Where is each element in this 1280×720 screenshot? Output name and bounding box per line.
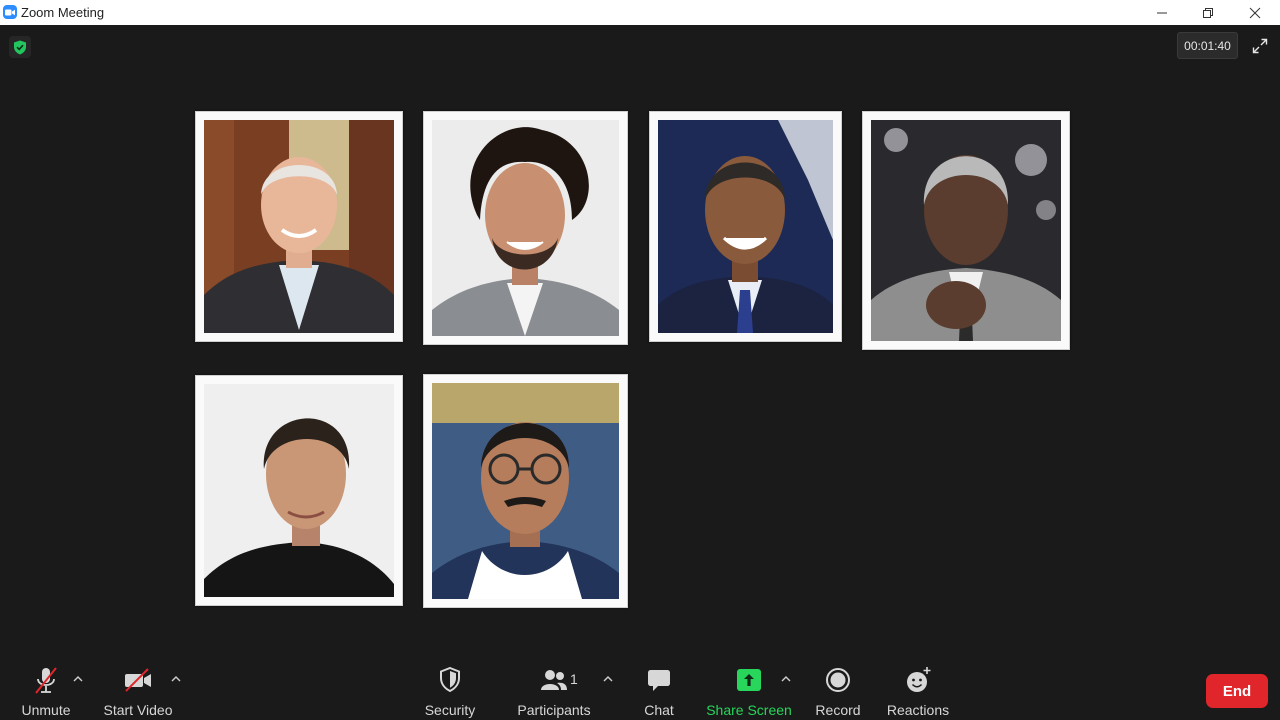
fullscreen-button[interactable] [1247, 33, 1273, 59]
portrait [871, 120, 1061, 341]
security-label: Security [424, 702, 476, 718]
meeting-timer: 00:01:40 [1177, 32, 1238, 59]
expand-icon [1252, 38, 1268, 54]
unmute-label: Unmute [21, 702, 71, 718]
chevron-up-icon [73, 676, 83, 682]
chat-bubble-icon [648, 670, 670, 691]
participant-photo [204, 120, 394, 333]
record-label: Record [815, 702, 861, 718]
chevron-up-icon [171, 676, 181, 682]
restore-icon [1203, 7, 1213, 18]
window-titlebar: Zoom Meeting [0, 0, 1280, 25]
zoom-camera-icon [3, 5, 17, 19]
share-options-caret[interactable] [779, 672, 793, 686]
participants-count: 1 [570, 671, 578, 687]
video-tile-participant-5[interactable] [195, 375, 403, 606]
share-screen-label: Share Screen [706, 702, 792, 718]
chat-label: Chat [644, 702, 674, 718]
reactions-label: Reactions [886, 702, 950, 718]
end-meeting-button[interactable]: End [1206, 674, 1268, 708]
close-button[interactable] [1232, 0, 1278, 25]
record-icon [826, 668, 850, 692]
audio-options-caret[interactable] [71, 672, 85, 686]
video-tile-participant-3[interactable] [649, 111, 842, 342]
encryption-badge[interactable] [9, 36, 31, 58]
start-video-button[interactable]: Start Video [103, 660, 173, 720]
participant-photo [432, 120, 619, 336]
participant-photo [871, 120, 1061, 341]
start-video-label: Start Video [103, 702, 173, 718]
video-tile-participant-2[interactable] [423, 111, 628, 345]
portrait [658, 120, 833, 333]
reactions-button[interactable]: Reactions [884, 660, 952, 720]
portrait [204, 384, 394, 597]
minimize-icon [1157, 12, 1167, 13]
shield-icon [440, 667, 460, 693]
participant-photo [432, 383, 619, 599]
participants-icon [541, 670, 567, 690]
share-screen-button[interactable]: Share Screen [706, 660, 792, 720]
participant-photo [658, 120, 833, 333]
minimize-button[interactable] [1139, 0, 1185, 25]
security-button[interactable]: Security [420, 660, 480, 720]
portrait [432, 383, 619, 599]
portrait [204, 120, 394, 333]
chat-button[interactable]: Chat [629, 660, 689, 720]
video-options-caret[interactable] [169, 672, 183, 686]
participants-label: Participants [517, 702, 591, 718]
window-title: Zoom Meeting [21, 5, 105, 20]
reactions-emoji-icon [907, 667, 931, 692]
video-tile-participant-4[interactable] [862, 111, 1070, 350]
close-icon [1249, 7, 1261, 18]
meeting-stage: 00:01:40 [0, 25, 1280, 660]
participant-photo [204, 384, 394, 597]
participants-options-caret[interactable] [601, 672, 615, 686]
video-camera-off-icon [125, 668, 151, 692]
chevron-up-icon [781, 676, 791, 682]
restore-button[interactable] [1185, 0, 1231, 25]
meeting-toolbar: Unmute Start Video Security Participants… [0, 660, 1280, 720]
share-screen-icon [737, 669, 761, 691]
unmute-button[interactable]: Unmute [16, 660, 76, 720]
video-tile-participant-1[interactable] [195, 111, 403, 342]
chevron-up-icon [603, 676, 613, 682]
record-button[interactable]: Record [808, 660, 868, 720]
video-tile-participant-6[interactable] [423, 374, 628, 608]
shield-check-icon [14, 40, 26, 54]
participants-button[interactable]: Participants [517, 660, 591, 720]
portrait [432, 120, 619, 336]
microphone-muted-icon [35, 667, 57, 694]
